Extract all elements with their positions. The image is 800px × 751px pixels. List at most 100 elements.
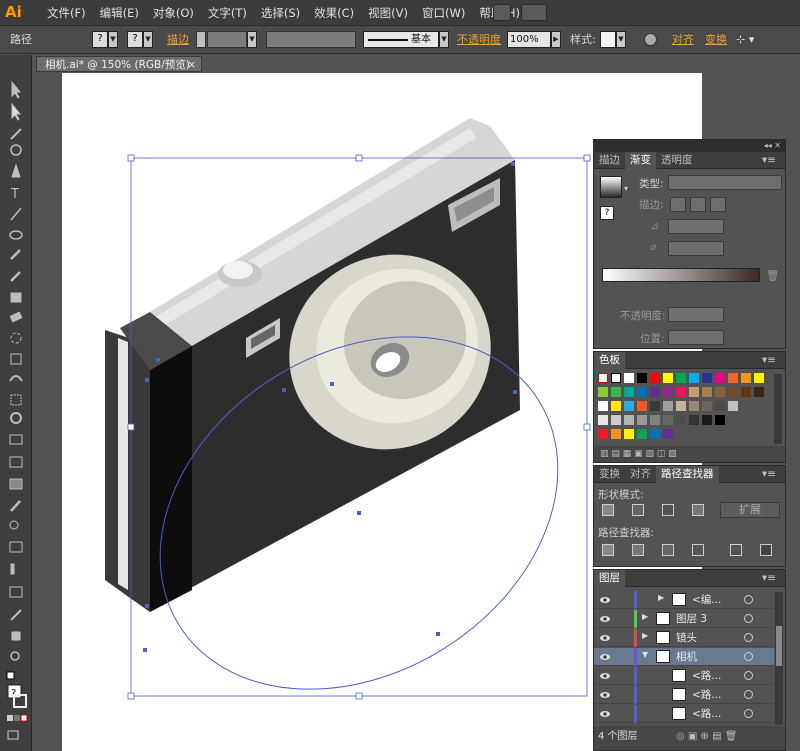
layer-row[interactable]: <路... (594, 705, 774, 723)
direct-selection-tool-icon[interactable] (11, 102, 22, 121)
stroke-weight-dropdown[interactable]: ▼ (247, 31, 257, 48)
layers-scroll-thumb[interactable] (776, 626, 782, 666)
blend-tool-icon[interactable] (9, 520, 19, 530)
tab-align[interactable]: 对齐 (625, 466, 656, 483)
color-swatch[interactable] (663, 401, 673, 411)
pencil-tool-icon[interactable] (10, 271, 21, 282)
minus-front-icon[interactable] (632, 504, 644, 516)
color-swatch[interactable] (663, 415, 673, 425)
layer-row[interactable]: <路... (594, 686, 774, 704)
color-swatch[interactable] (728, 387, 738, 397)
opacity-field[interactable]: 100% (507, 31, 551, 48)
menu-effect[interactable]: 效果(C) (307, 5, 361, 21)
width-tool-icon[interactable] (9, 375, 23, 382)
color-swatch[interactable] (715, 401, 725, 411)
panel-menu-icon[interactable]: ▾≡ (757, 152, 781, 169)
gradient-type-select[interactable] (668, 175, 782, 190)
merge-icon[interactable] (662, 544, 674, 556)
target-circle-icon[interactable] (744, 671, 753, 680)
layer-row[interactable]: ▶ <编... (594, 591, 774, 609)
target-circle-icon[interactable] (744, 652, 753, 661)
aspect-ratio-field[interactable] (668, 241, 724, 256)
color-swatch[interactable] (663, 429, 673, 439)
tab-transparency[interactable]: 透明度 (656, 152, 698, 169)
color-swatch[interactable] (637, 401, 647, 411)
gradient-preview-swatch[interactable] (600, 176, 622, 198)
column-graph-tool-icon[interactable] (10, 563, 15, 575)
color-swatch[interactable] (624, 429, 634, 439)
visibility-eye-icon[interactable] (600, 690, 610, 698)
color-swatch[interactable] (650, 415, 660, 425)
target-circle-icon[interactable] (744, 614, 753, 623)
shape-builder-tool-icon[interactable] (10, 412, 22, 424)
recolor-icon[interactable] (644, 33, 657, 46)
color-swatch[interactable] (650, 387, 660, 397)
color-swatch[interactable] (611, 387, 621, 397)
color-swatch[interactable] (598, 429, 608, 439)
color-swatch[interactable] (741, 387, 751, 397)
selection-tool-icon[interactable] (11, 80, 22, 99)
graphic-style-swatch[interactable] (600, 31, 616, 48)
color-swatch[interactable] (689, 373, 699, 383)
transform-options-icon[interactable]: ⊹ ▾ (736, 33, 754, 47)
menu-object[interactable]: 对象(O) (146, 5, 201, 21)
color-swatch[interactable] (650, 373, 660, 383)
color-swatch[interactable] (611, 401, 621, 411)
unite-icon[interactable] (602, 504, 614, 516)
opacity-dropdown[interactable]: ▶ (551, 31, 561, 48)
color-swatch[interactable] (637, 429, 647, 439)
drawing-mode-icon[interactable] (7, 730, 19, 740)
color-swatch[interactable] (624, 401, 634, 411)
tab-stroke[interactable]: 描边 (594, 152, 625, 169)
trim-icon[interactable] (632, 544, 644, 556)
color-swatch[interactable] (676, 415, 686, 425)
expand-triangle-icon[interactable]: ▼ (642, 650, 648, 659)
target-circle-icon[interactable] (744, 595, 753, 604)
color-swatch[interactable] (689, 387, 699, 397)
gradient-opacity-field[interactable] (668, 307, 724, 322)
default-fill-stroke-icon[interactable] (6, 671, 15, 680)
fill-dropdown[interactable]: ▼ (108, 31, 118, 48)
delete-stop-icon[interactable]: 🗑 (766, 269, 779, 282)
tab-swatches[interactable]: 色板 (594, 351, 625, 369)
brush-definition-field[interactable]: 基本 (363, 31, 439, 48)
stroke-dropdown[interactable]: ▼ (143, 31, 153, 48)
tab-gradient[interactable]: 渐变 (625, 151, 656, 169)
crop-icon[interactable] (692, 544, 704, 556)
symbol-sprayer-tool-icon[interactable] (9, 541, 23, 553)
ellipse-tool-icon[interactable] (9, 230, 23, 240)
color-swatch[interactable] (728, 401, 738, 411)
color-swatch[interactable] (715, 387, 725, 397)
color-swatch[interactable] (715, 373, 725, 383)
menu-select[interactable]: 选择(S) (254, 5, 307, 21)
fill-swatch[interactable]: ? (92, 31, 108, 48)
align-link[interactable]: 对齐 (672, 33, 694, 47)
color-swatch[interactable] (715, 415, 725, 425)
color-swatch[interactable] (650, 401, 660, 411)
color-swatch[interactable] (611, 429, 621, 439)
stroke-link[interactable]: 描边 (167, 33, 189, 47)
color-swatch[interactable] (598, 373, 608, 383)
minus-back-icon[interactable] (760, 544, 772, 556)
color-swatch[interactable] (689, 415, 699, 425)
angle-field[interactable] (668, 219, 724, 234)
scale-tool-icon[interactable] (10, 353, 22, 365)
line-tool-icon[interactable] (10, 207, 22, 221)
color-swatch[interactable] (637, 373, 647, 383)
panel-menu-icon[interactable]: ▾≡ (757, 352, 781, 369)
bridge-button[interactable] (493, 4, 511, 21)
color-swatch[interactable] (637, 387, 647, 397)
color-swatch[interactable] (676, 373, 686, 383)
panel-menu-icon[interactable]: ▾≡ (757, 466, 781, 483)
transform-link[interactable]: 变换 (705, 33, 727, 47)
color-swatch[interactable] (637, 415, 647, 425)
color-swatch[interactable] (663, 373, 673, 383)
panel-menu-icon[interactable]: ▾≡ (757, 570, 781, 587)
hand-tool-icon[interactable] (11, 631, 21, 641)
stroke-weight-field[interactable] (207, 31, 247, 48)
color-swatch[interactable] (624, 387, 634, 397)
gradient-slider[interactable] (602, 268, 760, 282)
visibility-eye-icon[interactable] (600, 671, 610, 679)
color-swatch[interactable] (624, 373, 634, 383)
swatches-footer-icons[interactable]: ▥ ▤ ▦ ▣ ▧ ◫ ▨ (594, 446, 785, 462)
